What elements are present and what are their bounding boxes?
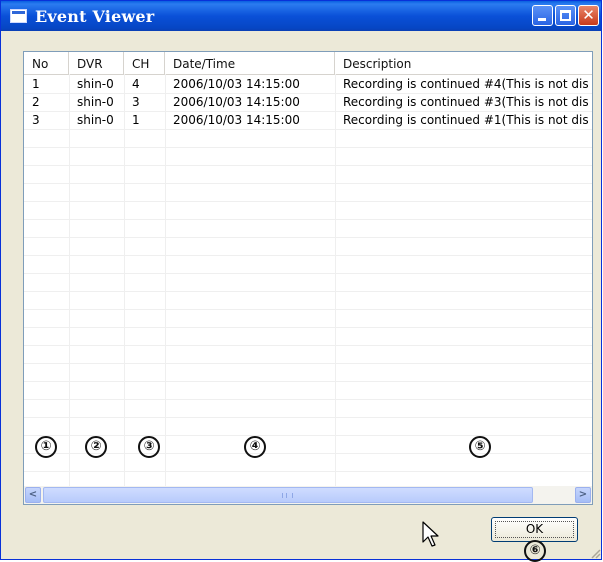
list-header: No DVR CH Date/Time Description	[24, 52, 592, 75]
grid-line	[24, 183, 592, 184]
grid-line	[24, 327, 592, 328]
minimize-icon	[538, 18, 546, 21]
annotation-marker-dvr: ②	[85, 436, 107, 458]
cell-ch: 3	[132, 95, 140, 109]
column-header-ch[interactable]: CH	[124, 52, 165, 74]
grid-line	[24, 219, 592, 220]
scroll-left-button[interactable]: <	[25, 487, 41, 503]
window-title: Event Viewer	[35, 7, 155, 26]
grid-line	[69, 74, 70, 504]
cell-datetime: 2006/10/03 14:15:00	[173, 113, 300, 127]
table-row[interactable]: 2 shin-0 3 2006/10/03 14:15:00 Recording…	[24, 93, 592, 111]
scroll-thumb[interactable]	[43, 487, 533, 503]
grid-line	[24, 291, 592, 292]
grid-line	[24, 363, 592, 364]
title-bar[interactable]: Event Viewer ✕	[1, 1, 601, 31]
grid-line	[24, 399, 592, 400]
grid-line	[24, 381, 592, 382]
close-button[interactable]: ✕	[578, 5, 599, 26]
grid-line	[24, 453, 592, 454]
cell-dvr: shin-0	[77, 113, 114, 127]
cell-dvr: shin-0	[77, 77, 114, 91]
scroll-grip-icon	[282, 493, 293, 498]
grid-line	[24, 273, 592, 274]
cell-no: 2	[32, 95, 40, 109]
grid-line	[24, 165, 592, 166]
annotation-marker-description: ⑤	[469, 436, 491, 458]
grid-line	[24, 237, 592, 238]
focus-rect	[495, 521, 574, 538]
horizontal-scrollbar[interactable]: < >	[24, 486, 592, 504]
minimize-button[interactable]	[532, 5, 553, 26]
cell-datetime: 2006/10/03 14:15:00	[173, 95, 300, 109]
grid-line	[335, 74, 336, 504]
close-icon: ✕	[582, 6, 595, 24]
annotation-marker-ch: ③	[138, 436, 160, 458]
column-header-description[interactable]: Description	[335, 52, 592, 74]
table-row[interactable]: 1 shin-0 4 2006/10/03 14:15:00 Recording…	[24, 75, 592, 93]
scroll-right-button[interactable]: >	[575, 487, 591, 503]
column-header-dvr[interactable]: DVR	[69, 52, 124, 74]
grid-line	[24, 309, 592, 310]
cell-ch: 4	[132, 77, 140, 91]
maximize-icon	[560, 10, 571, 21]
cell-description: Recording is continued #1(This is not di…	[343, 113, 589, 127]
grid-line	[124, 74, 125, 504]
cell-description: Recording is continued #3(This is not di…	[343, 95, 589, 109]
cell-no: 3	[32, 113, 40, 127]
cell-ch: 1	[132, 113, 140, 127]
resize-grip-icon[interactable]	[589, 547, 601, 559]
cell-no: 1	[32, 77, 40, 91]
grid-line	[24, 471, 592, 472]
grid-line	[24, 201, 592, 202]
grid-line	[24, 417, 592, 418]
column-header-no[interactable]: No	[24, 52, 69, 74]
table-row[interactable]: 3 shin-0 1 2006/10/03 14:15:00 Recording…	[24, 111, 592, 129]
mouse-cursor-icon	[422, 521, 439, 547]
annotation-marker-ok: ⑥	[524, 540, 546, 562]
annotation-marker-no: ①	[35, 436, 57, 458]
cell-datetime: 2006/10/03 14:15:00	[173, 77, 300, 91]
column-header-datetime[interactable]: Date/Time	[165, 52, 335, 74]
grid-line	[24, 435, 592, 436]
maximize-button[interactable]	[555, 5, 576, 26]
grid-line	[24, 255, 592, 256]
window-app-icon	[10, 9, 27, 23]
cell-description: Recording is continued #4(This is not di…	[343, 77, 589, 91]
grid-line	[24, 147, 592, 148]
event-list[interactable]: No DVR CH Date/Time Description 1 shin-0…	[23, 51, 593, 505]
annotation-marker-datetime: ④	[244, 436, 266, 458]
ok-button[interactable]: OK	[491, 517, 578, 542]
grid-line	[24, 345, 592, 346]
event-viewer-window: Event Viewer ✕ No DVR CH Date/Time Descr…	[0, 0, 602, 560]
grid-line	[165, 74, 166, 504]
grid-line	[24, 129, 592, 130]
cell-dvr: shin-0	[77, 95, 114, 109]
